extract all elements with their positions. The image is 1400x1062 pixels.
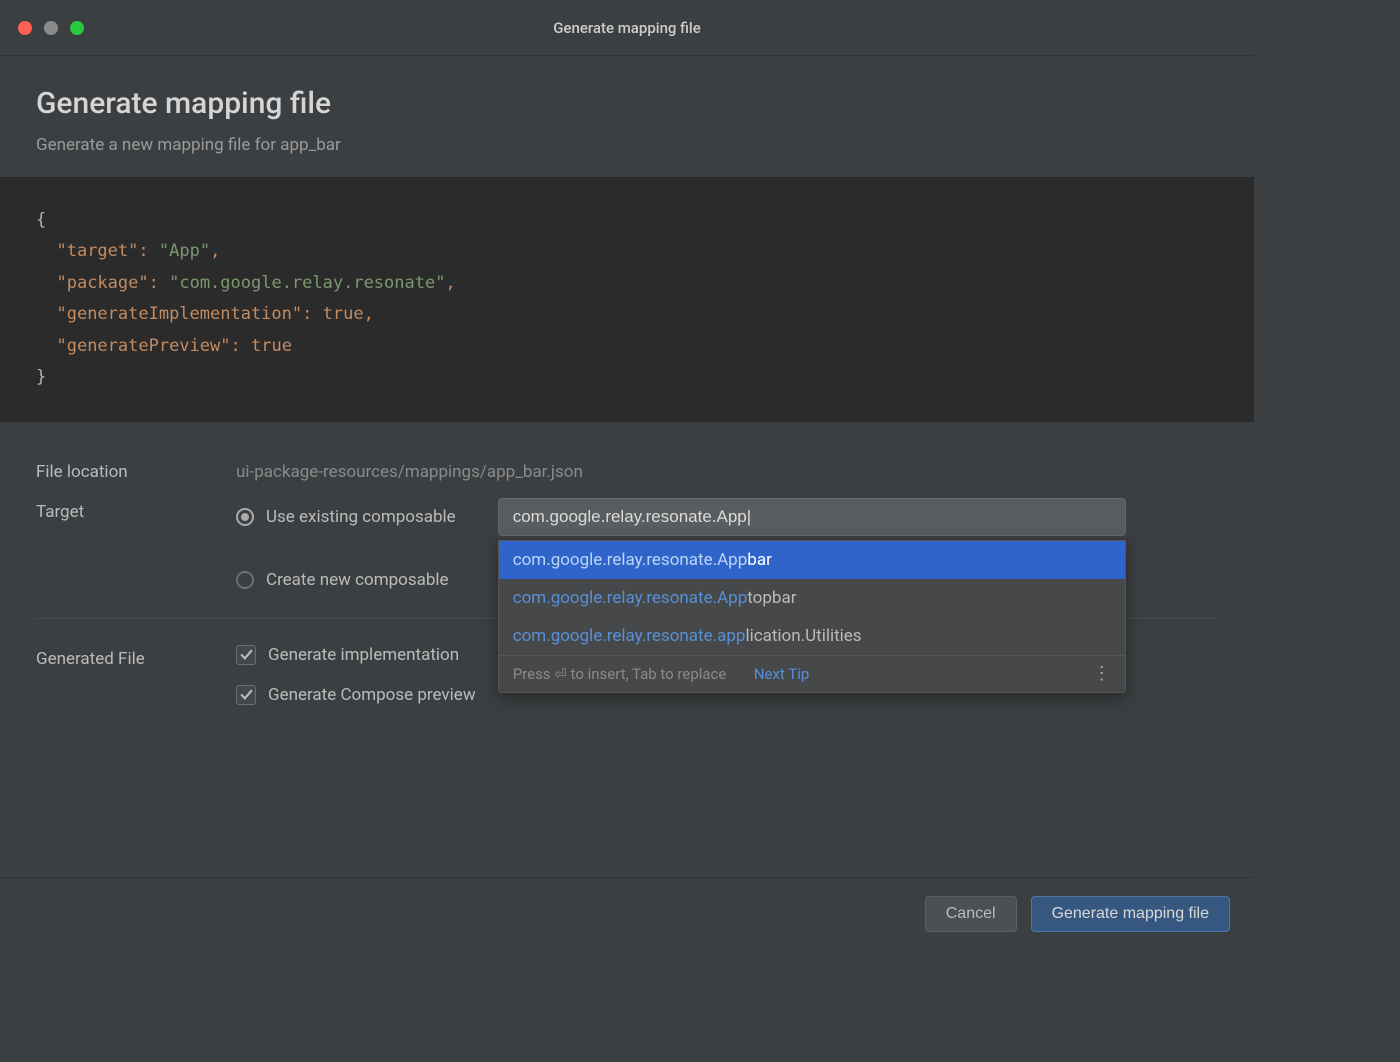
autocomplete-item[interactable]: com.google.relay.resonate.Appbar bbox=[499, 541, 1125, 579]
titlebar: Generate mapping file bbox=[0, 0, 1254, 56]
autocomplete-item[interactable]: com.google.relay.resonate.Apptopbar bbox=[499, 579, 1125, 617]
page-title: Generate mapping file bbox=[36, 86, 1218, 121]
traffic-lights bbox=[18, 21, 84, 35]
target-row: Target Use existing composable com.googl… bbox=[36, 498, 1218, 590]
checkbox-generate-preview[interactable]: Generate Compose preview bbox=[236, 685, 476, 705]
close-window-button[interactable] bbox=[18, 21, 32, 35]
checkbox-icon bbox=[236, 645, 256, 665]
autocomplete-item[interactable]: com.google.relay.resonate.application.Ut… bbox=[499, 617, 1125, 655]
minimize-window-button[interactable] bbox=[44, 21, 58, 35]
checkbox-generate-implementation[interactable]: Generate implementation bbox=[236, 645, 476, 665]
target-label: Target bbox=[36, 498, 236, 522]
autocomplete-dropdown: com.google.relay.resonate.Appbar com.goo… bbox=[498, 540, 1126, 693]
generated-file-label: Generated File bbox=[36, 645, 236, 669]
dialog-footer: Cancel Generate mapping file bbox=[0, 877, 1254, 950]
next-tip-link[interactable]: Next Tip bbox=[754, 665, 809, 683]
target-input[interactable] bbox=[498, 498, 1126, 536]
radio-icon bbox=[236, 571, 254, 589]
page-subtitle: Generate a new mapping file for app_bar bbox=[36, 135, 1218, 155]
file-location-row: File location ui-package-resources/mappi… bbox=[36, 458, 1218, 482]
radio-use-existing[interactable]: Use existing composable bbox=[236, 507, 456, 527]
file-location-value: ui-package-resources/mappings/app_bar.js… bbox=[236, 458, 1218, 482]
radio-label: Create new composable bbox=[266, 570, 449, 590]
radio-icon bbox=[236, 508, 254, 526]
checkbox-icon bbox=[236, 685, 256, 705]
zoom-window-button[interactable] bbox=[70, 21, 84, 35]
more-icon[interactable]: ⋮ bbox=[1093, 670, 1111, 677]
checkbox-label: Generate implementation bbox=[268, 645, 459, 665]
autocomplete-hint: Press ⏎ to insert, Tab to replace Next T… bbox=[513, 665, 810, 683]
checkbox-label: Generate Compose preview bbox=[268, 685, 476, 705]
window-title: Generate mapping file bbox=[553, 19, 701, 37]
file-location-label: File location bbox=[36, 458, 236, 482]
autocomplete-footer: Press ⏎ to insert, Tab to replace Next T… bbox=[499, 655, 1125, 692]
code-preview: { "target": "App", "package": "com.googl… bbox=[0, 177, 1254, 422]
radio-label: Use existing composable bbox=[266, 507, 456, 527]
cancel-button[interactable]: Cancel bbox=[925, 896, 1017, 932]
generate-button[interactable]: Generate mapping file bbox=[1031, 896, 1230, 932]
dialog-content: Generate mapping file Generate a new map… bbox=[0, 56, 1254, 705]
